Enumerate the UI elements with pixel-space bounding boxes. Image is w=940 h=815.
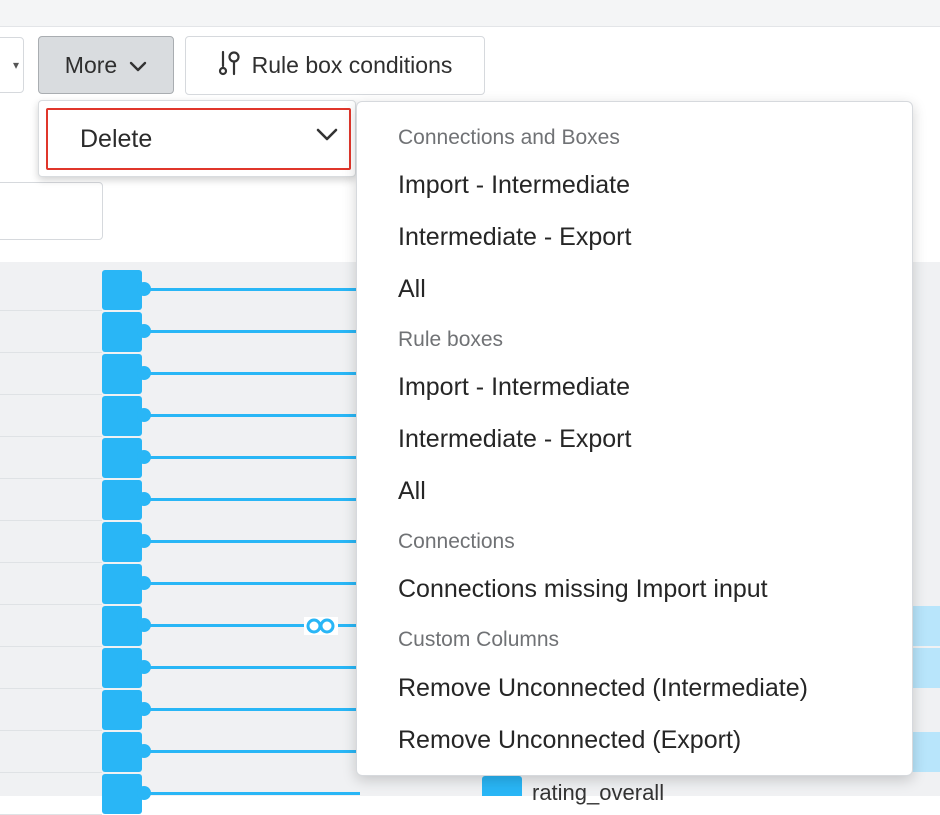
connector-handle[interactable] bbox=[137, 702, 151, 716]
connection-line bbox=[150, 498, 360, 501]
source-connector[interactable] bbox=[102, 690, 142, 730]
source-connector[interactable] bbox=[102, 312, 142, 352]
menu-item-connections-missing-import-input[interactable]: Connections missing Import input bbox=[398, 575, 768, 604]
connection-line bbox=[150, 456, 360, 459]
connector-handle[interactable] bbox=[137, 576, 151, 590]
filter-input[interactable] bbox=[0, 182, 103, 240]
row-separator bbox=[0, 730, 102, 731]
connector-handle[interactable] bbox=[137, 786, 151, 800]
connection-line bbox=[150, 288, 360, 291]
row-separator bbox=[0, 310, 102, 311]
row-separator bbox=[0, 478, 102, 479]
source-connector[interactable] bbox=[102, 480, 142, 520]
connection-line bbox=[150, 582, 360, 585]
menu-item-rule-boxes-all[interactable]: All bbox=[398, 477, 426, 506]
connection-block[interactable] bbox=[482, 776, 522, 796]
target-cell-highlight bbox=[910, 732, 940, 772]
connection-line bbox=[150, 792, 360, 795]
source-connector[interactable] bbox=[102, 270, 142, 310]
menu-item-rule-boxes-intermediate-export[interactable]: Intermediate - Export bbox=[398, 425, 631, 454]
source-connector[interactable] bbox=[102, 396, 142, 436]
connector-handle[interactable] bbox=[137, 744, 151, 758]
menu-section-header: Connections and Boxes bbox=[398, 126, 620, 149]
menu-item-rule-boxes-import-intermediate[interactable]: Import - Intermediate bbox=[398, 373, 630, 402]
source-connector[interactable] bbox=[102, 354, 142, 394]
delete-options-menu: Connections and Boxes Import - Intermedi… bbox=[356, 101, 913, 776]
row-separator bbox=[0, 520, 102, 521]
menu-item-connections-boxes-intermediate-export[interactable]: Intermediate - Export bbox=[398, 223, 631, 252]
more-button[interactable]: More bbox=[38, 36, 174, 94]
row-separator bbox=[0, 352, 102, 353]
connection-line bbox=[150, 750, 360, 753]
connector-handle[interactable] bbox=[137, 408, 151, 422]
menu-item-remove-unconnected-export[interactable]: Remove Unconnected (Export) bbox=[398, 726, 741, 755]
connection-line bbox=[150, 540, 360, 543]
chevron-down-icon bbox=[315, 127, 339, 148]
source-connector[interactable] bbox=[102, 774, 142, 814]
connection-line bbox=[150, 330, 360, 333]
source-connector[interactable] bbox=[102, 522, 142, 562]
source-connector[interactable] bbox=[102, 648, 142, 688]
rule-conditions-icon bbox=[218, 50, 242, 82]
source-connector[interactable] bbox=[102, 606, 142, 646]
source-connector[interactable] bbox=[102, 732, 142, 772]
delete-select-value: Delete bbox=[80, 125, 153, 153]
loop-icon bbox=[304, 617, 338, 635]
row-separator bbox=[0, 562, 102, 563]
connector-handle[interactable] bbox=[137, 450, 151, 464]
connection-line bbox=[150, 708, 360, 711]
connector-handle[interactable] bbox=[137, 618, 151, 632]
row-separator bbox=[0, 772, 102, 773]
menu-item-remove-unconnected-intermediate[interactable]: Remove Unconnected (Intermediate) bbox=[398, 674, 808, 703]
row-separator bbox=[0, 646, 102, 647]
chevron-down-icon: ▾ bbox=[12, 58, 19, 72]
field-label: rating_overall bbox=[532, 780, 665, 805]
top-strip bbox=[0, 0, 940, 27]
menu-item-connections-boxes-all[interactable]: All bbox=[398, 275, 426, 304]
connector-handle[interactable] bbox=[137, 282, 151, 296]
target-cell-highlight bbox=[910, 606, 940, 646]
menu-item-connections-boxes-import-intermediate[interactable]: Import - Intermediate bbox=[398, 171, 630, 200]
rule-box-conditions-button[interactable]: Rule box conditions bbox=[185, 36, 485, 95]
connection-line bbox=[150, 414, 360, 417]
connector-handle[interactable] bbox=[137, 492, 151, 506]
row-separator bbox=[0, 436, 102, 437]
chevron-down-icon bbox=[129, 52, 147, 79]
connector-handle[interactable] bbox=[137, 366, 151, 380]
rule-box-conditions-label: Rule box conditions bbox=[251, 52, 453, 78]
connection-line bbox=[150, 372, 360, 375]
delete-popover: Delete bbox=[38, 100, 356, 177]
menu-section-header: Custom Columns bbox=[398, 628, 560, 651]
more-button-label: More bbox=[64, 51, 118, 78]
menu-section-header: Connections bbox=[398, 530, 515, 553]
menu-section-header: Rule boxes bbox=[398, 328, 504, 351]
connector-handle[interactable] bbox=[137, 534, 151, 548]
toolbar: ▾ More Rule box conditions bbox=[0, 27, 940, 105]
delete-select[interactable]: Delete bbox=[46, 108, 351, 170]
row-separator bbox=[0, 688, 102, 689]
source-connector[interactable] bbox=[102, 564, 142, 604]
previous-toolbar-button[interactable]: ▾ bbox=[0, 37, 24, 93]
connection-line bbox=[150, 666, 360, 669]
connector-handle[interactable] bbox=[137, 324, 151, 338]
row-separator bbox=[0, 604, 102, 605]
source-connector[interactable] bbox=[102, 438, 142, 478]
target-cell-highlight bbox=[910, 648, 940, 688]
row-separator bbox=[0, 394, 102, 395]
connector-handle[interactable] bbox=[137, 660, 151, 674]
